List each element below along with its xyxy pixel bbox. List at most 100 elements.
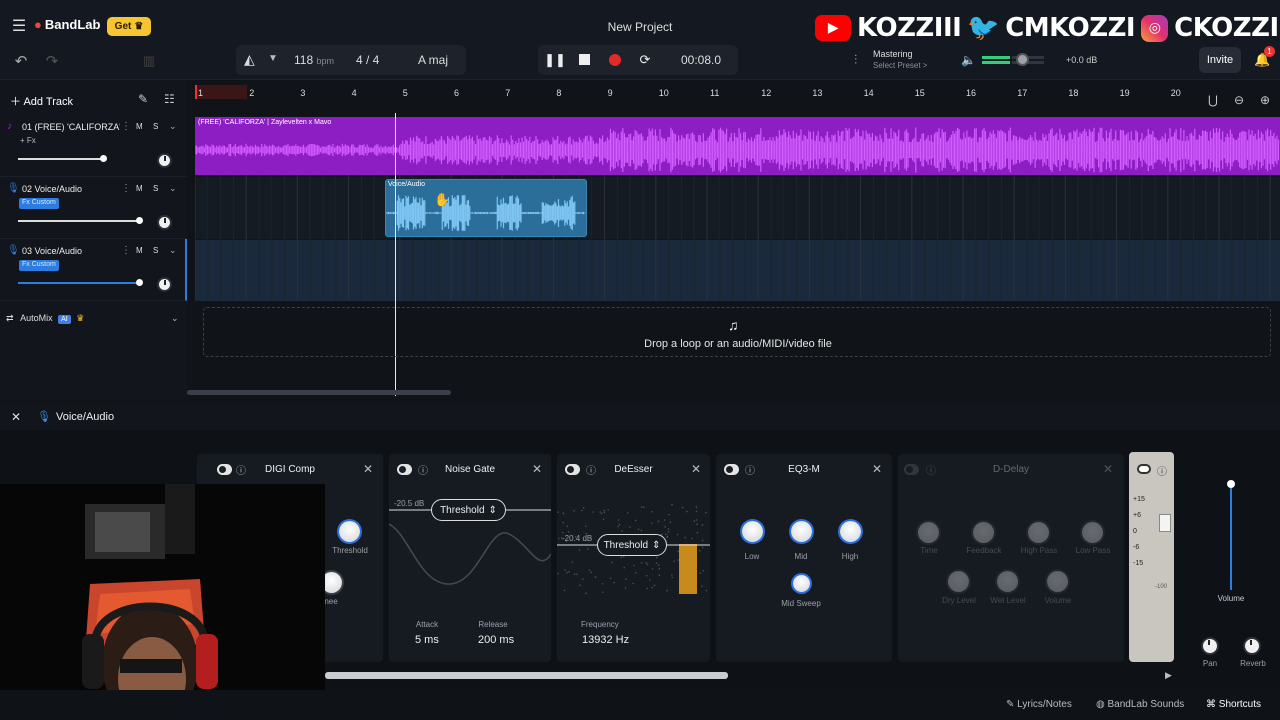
- track-header-2[interactable]: 🎙 02 Voice/Audio ⋮ M S ⌄ Fx Custom: [0, 177, 187, 239]
- close-icon[interactable]: ✕: [363, 462, 373, 476]
- scroll-right-icon[interactable]: ▶: [1165, 670, 1172, 681]
- pan-knob[interactable]: [1201, 637, 1219, 655]
- track-name[interactable]: 03 Voice/Audio: [22, 246, 120, 256]
- zoom-out-icon[interactable]: ⊖: [1234, 93, 1244, 107]
- mute-button[interactable]: M: [136, 246, 143, 255]
- dry-level-knob[interactable]: [948, 571, 969, 592]
- audio-clip[interactable]: Voice/Audio: [385, 179, 587, 237]
- track-volume-slider[interactable]: [18, 217, 143, 224]
- solo-button[interactable]: S: [153, 246, 158, 255]
- track-header-3[interactable]: 🎙 03 Voice/Audio ⋮ M S ⌄ Fx Custom: [0, 239, 187, 301]
- chevron-down-icon[interactable]: ⌄: [169, 245, 177, 256]
- strip-toggle[interactable]: [1137, 464, 1151, 474]
- drop-zone[interactable]: ♫ Drop a loop or an audio/MIDI/video fil…: [203, 307, 1271, 357]
- mid-knob[interactable]: [791, 521, 812, 542]
- more-icon[interactable]: ⋮: [121, 245, 131, 256]
- attack-value[interactable]: 5 ms: [415, 634, 439, 646]
- bandlab-sounds-button[interactable]: ◍ BandLab Sounds: [1096, 699, 1184, 710]
- mute-button[interactable]: M: [136, 122, 143, 131]
- threshold-pill[interactable]: Threshold ⇕: [597, 534, 667, 556]
- master-volume-slider[interactable]: [982, 53, 1044, 66]
- loop-icon[interactable]: ⟳: [637, 52, 653, 68]
- high-knob[interactable]: [840, 521, 861, 542]
- stop-icon[interactable]: [579, 54, 590, 65]
- record-button[interactable]: [609, 54, 621, 66]
- time-signature[interactable]: 4 / 4: [356, 53, 379, 67]
- threshold-knob[interactable]: [339, 521, 360, 542]
- key-selector[interactable]: A maj: [418, 53, 448, 67]
- chevron-down-icon[interactable]: ▼: [268, 53, 278, 64]
- mid-sweep-knob[interactable]: [793, 575, 810, 592]
- volume-thumb[interactable]: [136, 217, 143, 224]
- track-volume-slider[interactable]: [18, 155, 107, 162]
- get-button[interactable]: Get ♛: [107, 17, 151, 36]
- zoom-in-icon[interactable]: ⊕: [1260, 93, 1270, 107]
- reverb-knob[interactable]: [1243, 637, 1261, 655]
- mixer-icon[interactable]: ☷: [164, 92, 175, 106]
- pan-knob[interactable]: [157, 153, 172, 168]
- info-icon[interactable]: ⓘ: [1157, 463, 1167, 478]
- plugin-eq3-m[interactable]: ⓘ EQ3-M ✕ Low Mid High Mid Sweep: [716, 454, 892, 662]
- close-icon[interactable]: ✕: [532, 462, 542, 476]
- pencil-icon[interactable]: ✎: [138, 92, 148, 106]
- track-name[interactable]: 02 Voice/Audio: [22, 184, 120, 194]
- mastering-button[interactable]: ⫶ Mastering Select Preset >: [850, 46, 940, 74]
- piano-icon[interactable]: ▥: [143, 53, 155, 69]
- more-icon[interactable]: ⋮: [121, 183, 131, 194]
- close-icon[interactable]: ✕: [11, 410, 21, 424]
- low-knob[interactable]: [742, 521, 763, 542]
- more-icon[interactable]: ⋮: [121, 121, 131, 132]
- track-lane-1[interactable]: (FREE) 'CALIFORZA' | Zaylevelten x Mavo: [195, 117, 1280, 175]
- bandlab-logo[interactable]: ● BandLab: [34, 17, 100, 32]
- track-name[interactable]: 01 (FREE) 'CALIFORZA' ...: [22, 122, 120, 132]
- mute-button[interactable]: M: [136, 184, 143, 193]
- timeline-ruler[interactable]: 1 2 3 4 5 6 7 8 9 10 11 12 13 14 15 16 17 18 19 20: [195, 85, 1280, 99]
- pan-knob[interactable]: [157, 277, 172, 292]
- redo-icon[interactable]: ↷: [43, 52, 61, 70]
- tempo-field[interactable]: 118 bpm: [294, 53, 334, 67]
- release-value[interactable]: 200 ms: [478, 634, 514, 646]
- close-icon[interactable]: ✕: [872, 462, 882, 476]
- chevron-down-icon[interactable]: ⌄: [171, 313, 179, 324]
- track-header-1[interactable]: ♪ 01 (FREE) 'CALIFORZA' ... ⋮ M S ⌄ + Fx: [0, 115, 187, 177]
- high-pass-knob[interactable]: [1028, 522, 1049, 543]
- time-knob[interactable]: [918, 522, 939, 543]
- timeline-scrollbar[interactable]: [187, 390, 451, 395]
- pan-knob[interactable]: [157, 215, 172, 230]
- metronome-icon[interactable]: ◭: [244, 51, 255, 68]
- chevron-down-icon[interactable]: ⌄: [169, 121, 177, 132]
- volume-thumb[interactable]: [136, 279, 143, 286]
- threshold-pill[interactable]: Threshold ⇕: [431, 499, 506, 521]
- volume-fader-thumb[interactable]: [1227, 480, 1235, 488]
- master-volume-thumb[interactable]: [1016, 53, 1029, 66]
- volume-thumb[interactable]: [100, 155, 107, 162]
- feedback-knob[interactable]: [973, 522, 994, 543]
- fx-custom-badge[interactable]: Fx Custom: [19, 198, 59, 209]
- menu-icon[interactable]: ☰: [10, 18, 28, 35]
- plugin-deesser[interactable]: ⓘ DeEsser ✕ -20.4 dB Threshold ⇕ Frequenc…: [557, 454, 710, 662]
- plugin-noise-gate[interactable]: ⓘ Noise Gate ✕ -20.5 dB Threshold ⇕ Attac…: [389, 454, 551, 662]
- add-track-button[interactable]: ＋ Add Track: [10, 93, 73, 109]
- close-icon[interactable]: ✕: [1103, 462, 1113, 476]
- track-volume-slider[interactable]: [18, 279, 143, 286]
- frequency-value[interactable]: 13932 Hz: [582, 634, 629, 646]
- solo-button[interactable]: S: [153, 122, 158, 131]
- volume-knob[interactable]: [1047, 571, 1068, 592]
- add-fx-button[interactable]: + Fx: [20, 136, 36, 145]
- strip-fader[interactable]: [1159, 514, 1171, 532]
- project-title[interactable]: New Project: [540, 20, 740, 34]
- speaker-icon[interactable]: 🔈: [961, 53, 976, 67]
- plugin-d-delay[interactable]: ⓘ D-Delay ✕ Time Feedback High Pass Low …: [898, 454, 1124, 662]
- low-pass-knob[interactable]: [1082, 522, 1103, 543]
- pause-icon[interactable]: ❚❚: [544, 52, 566, 68]
- chevron-down-icon[interactable]: ⌄: [169, 183, 177, 194]
- solo-button[interactable]: S: [153, 184, 158, 193]
- undo-icon[interactable]: ↶: [12, 52, 30, 70]
- fx-scrollbar[interactable]: [325, 672, 728, 679]
- close-icon[interactable]: ✕: [691, 462, 701, 476]
- wet-level-knob[interactable]: [997, 571, 1018, 592]
- magnet-icon[interactable]: ⋃: [1208, 93, 1218, 107]
- fx-custom-badge[interactable]: Fx Custom: [19, 260, 59, 271]
- shortcuts-button[interactable]: ⌘ Shortcuts: [1206, 699, 1261, 710]
- lyrics-notes-button[interactable]: ✎ Lyrics/Notes: [1006, 699, 1072, 710]
